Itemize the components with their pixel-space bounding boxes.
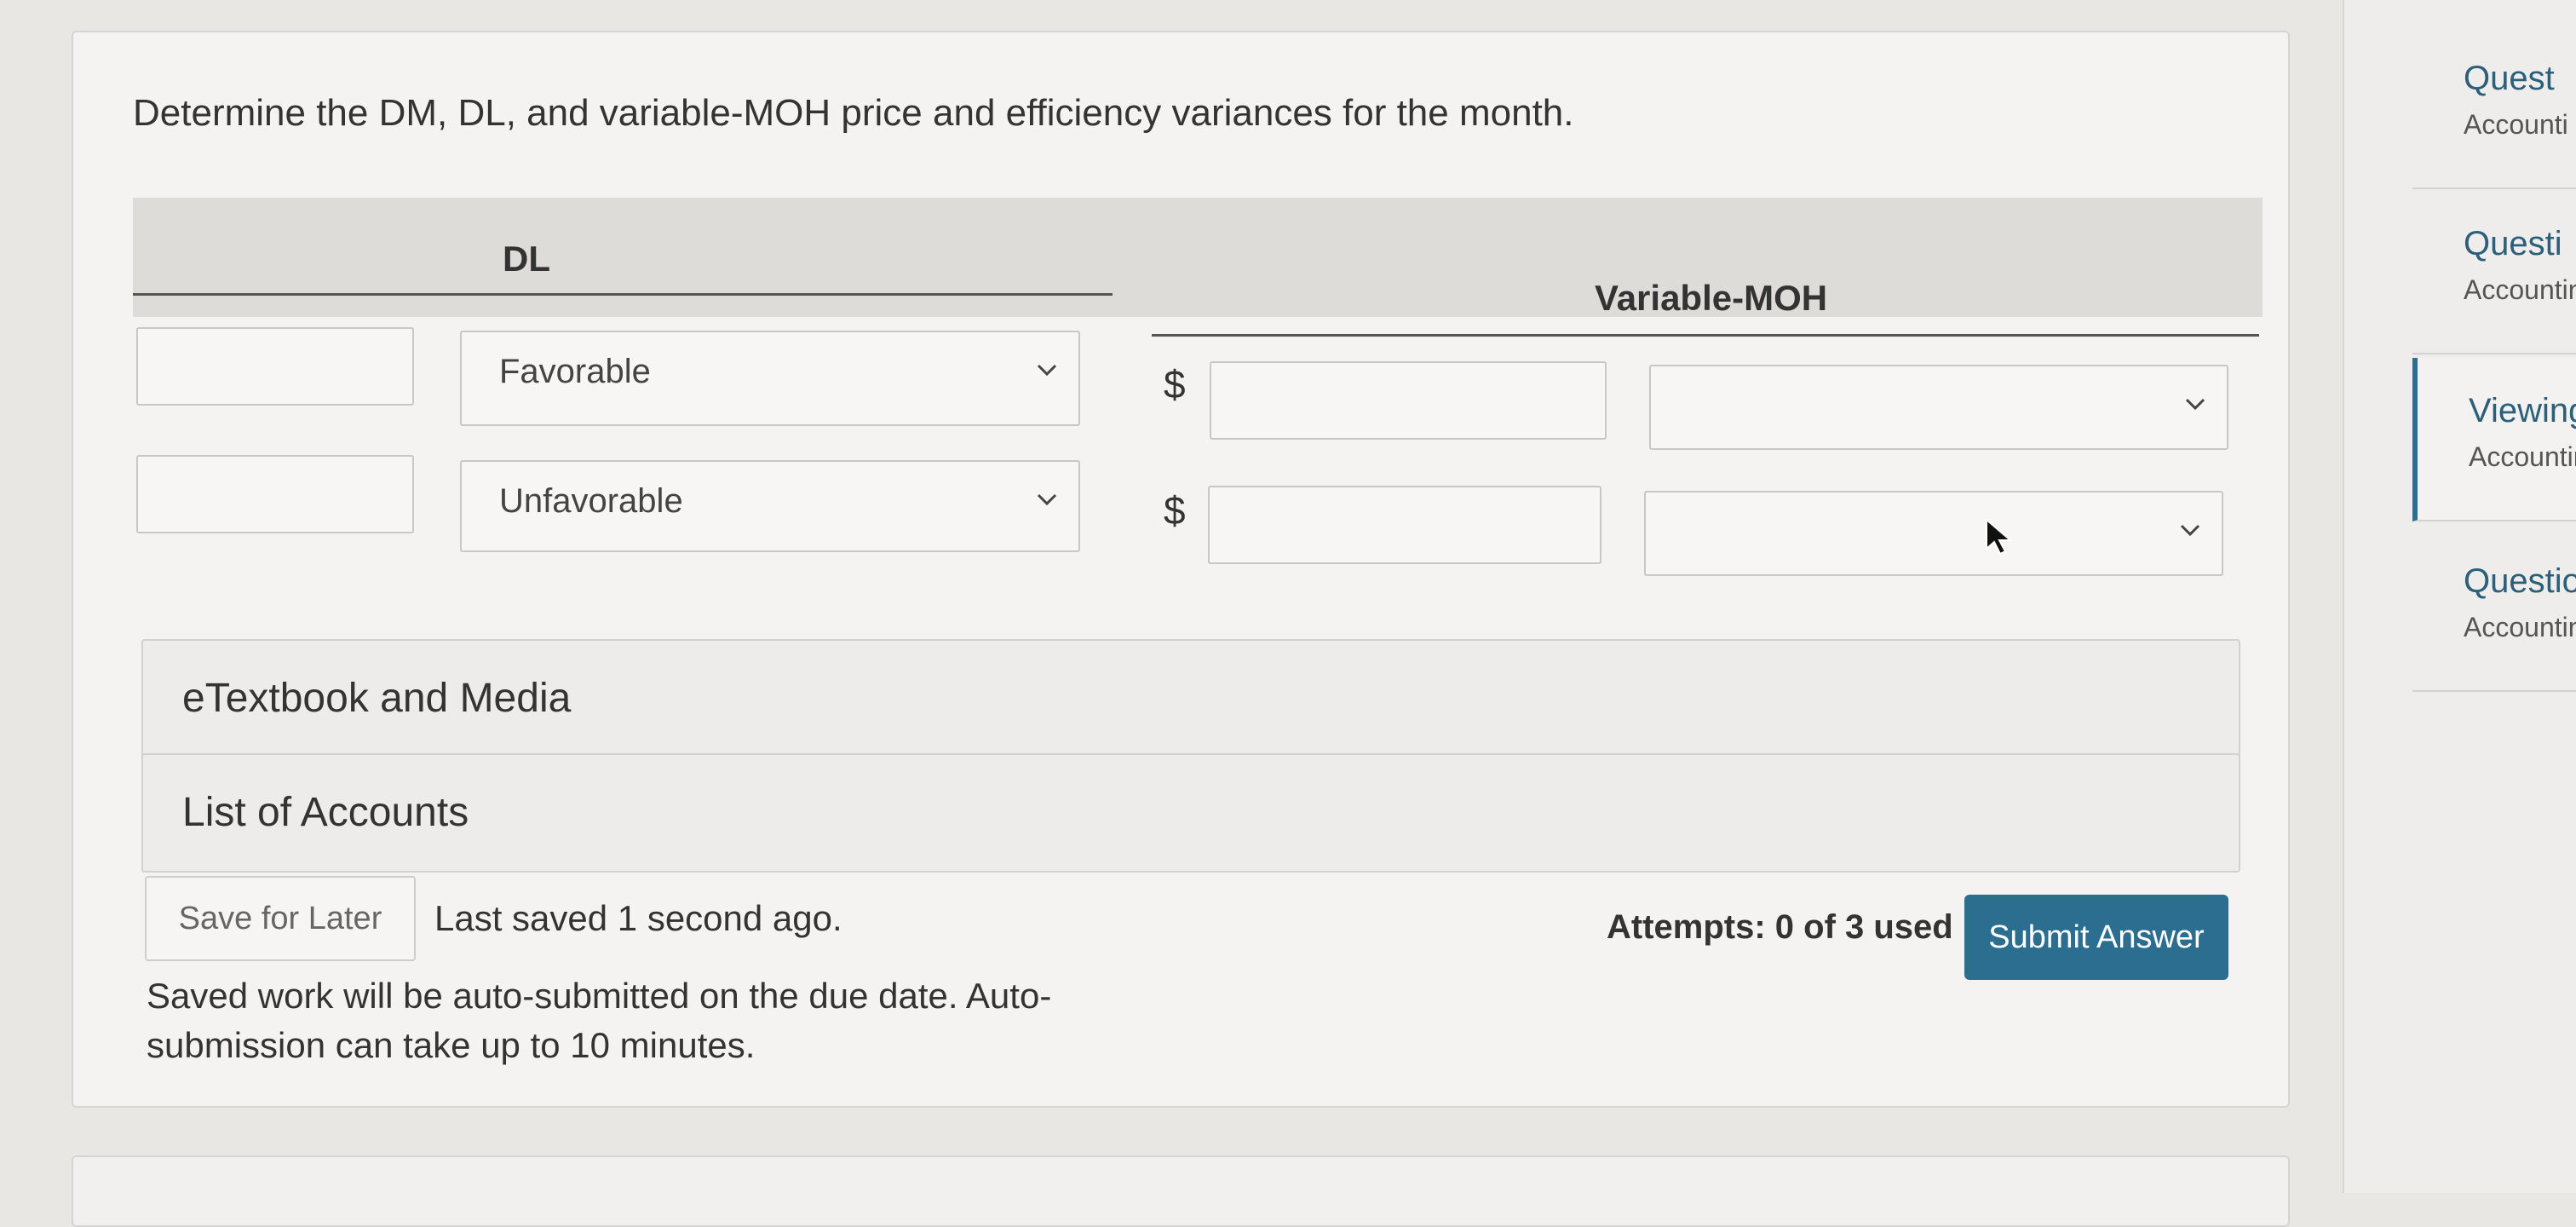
sidebar-item-3-active[interactable]: Viewing Accounting: [2412, 358, 2576, 521]
moh-variance-select-2[interactable]: [1644, 491, 2223, 576]
last-saved-status: Last saved 1 second ago.: [434, 898, 842, 938]
sidebar-item-title: Quest: [2464, 60, 2555, 97]
sidebar-item-title: Viewing: [2469, 392, 2576, 429]
panel-title: eTextbook and Media: [182, 676, 572, 721]
column-header-dl: DL: [503, 239, 550, 279]
sidebar-item-title: Questi: [2464, 225, 2562, 262]
sidebar-item-subtitle: Accounting: [2469, 441, 2576, 472]
sidebar-item-subtitle: Accounting: [2464, 612, 2576, 642]
question-prompt: Determine the DM, DL, and variable-MOH p…: [133, 92, 1574, 134]
table-header: [133, 198, 2263, 317]
moh-amount-input-1[interactable]: [1210, 361, 1607, 440]
next-card: [72, 1155, 2290, 1227]
dl-variance-select-2[interactable]: Unfavorable: [460, 460, 1080, 552]
save-for-later-button[interactable]: Save for Later: [145, 876, 416, 961]
list-of-accounts-panel[interactable]: List of Accounts: [141, 753, 2240, 873]
currency-symbol: $: [1164, 362, 1186, 406]
dl-amount-input-1[interactable]: [136, 327, 414, 406]
moh-amount-input-2[interactable]: [1208, 486, 1601, 564]
panel-title: List of Accounts: [182, 790, 469, 835]
sidebar-item-subtitle: Accounti: [2464, 109, 2568, 140]
auto-submit-note: Saved work will be auto-submitted on the…: [147, 976, 1052, 1065]
attempts-counter: Attempts: 0 of 3 used: [1607, 908, 1953, 946]
moh-variance-select-1[interactable]: [1649, 365, 2228, 450]
column-header-variable-moh: Variable-MOH: [1595, 278, 1828, 318]
dl-variance-select-1[interactable]: Favorable: [460, 331, 1080, 426]
sidebar-item-1[interactable]: Quest Accounti: [2412, 26, 2576, 189]
sidebar-item-2[interactable]: Questi Accountin: [2412, 191, 2576, 354]
chevron-down-icon: [2185, 398, 2205, 411]
chevron-down-icon: [1037, 364, 1057, 377]
select-value: Unfavorable: [499, 482, 683, 520]
sidebar-item-subtitle: Accountin: [2464, 274, 2576, 305]
submit-answer-button[interactable]: Submit Answer: [1964, 895, 2228, 980]
mouse-pointer-icon: [1986, 518, 2013, 556]
sidebar-item-title: Question: [2464, 562, 2576, 600]
chevron-down-icon: [2180, 524, 2200, 537]
dl-amount-input-2[interactable]: [136, 455, 414, 533]
etextbook-media-panel[interactable]: eTextbook and Media: [141, 639, 2240, 762]
header-divider-left: [133, 293, 1113, 296]
sidebar-item-4[interactable]: Question Accounting: [2412, 528, 2576, 692]
currency-symbol: $: [1164, 488, 1186, 533]
select-value: Favorable: [499, 353, 651, 390]
header-divider-right: [1152, 334, 2259, 337]
chevron-down-icon: [1037, 493, 1057, 506]
